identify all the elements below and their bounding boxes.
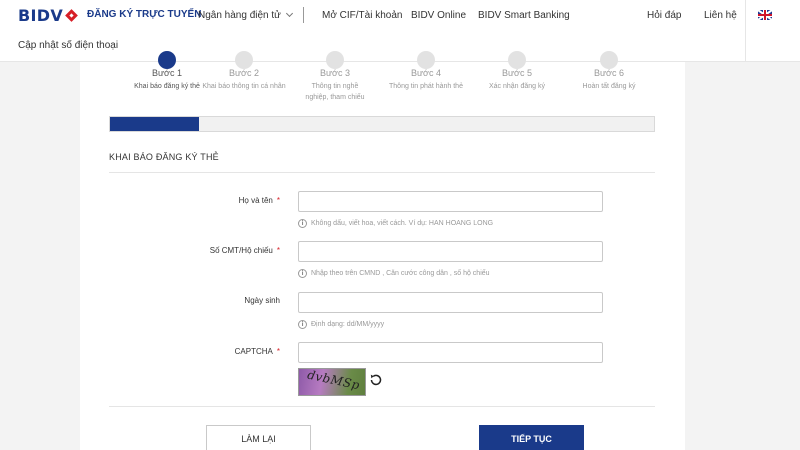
step-3-title: Bước 3: [320, 68, 350, 78]
birthday-hint: i Định dạng: dd/MM/yyyy: [298, 320, 384, 329]
captcha-input[interactable]: [298, 342, 603, 363]
info-icon: i: [298, 219, 307, 228]
nav-update-phone[interactable]: Cập nhật số điện thoại: [18, 40, 118, 51]
section-divider: [109, 172, 655, 173]
chevron-down-icon: [285, 9, 293, 18]
step-6-title: Bước 6: [594, 68, 624, 78]
idcard-hint: i Nhập theo trên CMND , Căn cước công dân…: [298, 269, 490, 278]
step-2-title: Bước 2: [229, 68, 259, 78]
info-icon: i: [298, 269, 307, 278]
birthday-input[interactable]: [298, 292, 603, 313]
registration-card: Bước 1 Khai báo đăng ký thẻ Bước 2 Khai …: [80, 51, 685, 450]
section-title: KHAI BÁO ĐĂNG KÝ THẺ: [109, 152, 219, 162]
captcha-image: dvbMSp: [298, 368, 366, 396]
step-2-indicator: [235, 51, 253, 69]
step-2: Bước 2 Khai báo thông tin cá nhân: [199, 51, 289, 92]
step-3-desc: Thông tin nghề nghiệp, tham chiếu: [305, 83, 365, 101]
step-2-desc: Khai báo thông tin cá nhân: [202, 83, 286, 90]
step-5-title: Bước 5: [502, 68, 532, 78]
nav-bidv-online[interactable]: BIDV Online: [411, 10, 466, 21]
progress-bar-fill: [110, 117, 199, 131]
reset-button[interactable]: LÀM LẠI: [206, 425, 311, 450]
step-4-indicator: [417, 51, 435, 69]
step-5: Bước 5 Xác nhận đăng ký: [472, 51, 562, 92]
fullname-input[interactable]: [298, 191, 603, 212]
step-6-desc: Hoàn tất đăng ký: [582, 83, 636, 90]
idcard-input[interactable]: [298, 241, 603, 262]
captcha-label: CAPTCHA *: [234, 347, 280, 356]
top-header: BIDV ĐĂNG KÝ TRỰC TUYẾN Ngân hàng điện t…: [0, 0, 800, 62]
nav-ebanking-dropdown[interactable]: Ngân hàng điện tử: [198, 9, 293, 21]
nav-ebanking-label: Ngân hàng điện tử: [198, 10, 281, 21]
fullname-label: Họ và tên *: [238, 196, 280, 205]
info-icon: i: [298, 320, 307, 329]
nav-online-registration[interactable]: ĐĂNG KÝ TRỰC TUYẾN: [87, 9, 201, 20]
step-5-desc: Xác nhận đăng ký: [488, 83, 546, 90]
step-1-indicator: [158, 51, 176, 69]
nav-faq[interactable]: Hỏi đáp: [647, 10, 681, 21]
bidv-logo[interactable]: BIDV: [18, 6, 78, 25]
step-3-indicator: [326, 51, 344, 69]
logo-diamond-icon: [66, 10, 78, 22]
step-6-indicator: [600, 51, 618, 69]
idcard-label: Số CMT/Hộ chiếu *: [209, 246, 280, 255]
refresh-icon[interactable]: [368, 372, 384, 388]
step-4-desc: Thông tin phát hành thẻ: [389, 83, 463, 90]
header-divider: [745, 0, 746, 62]
step-4: Bước 4 Thông tin phát hành thẻ: [381, 51, 471, 92]
nav-smart-banking[interactable]: BIDV Smart Banking: [478, 10, 570, 21]
form-divider: [109, 406, 655, 407]
step-3: Bước 3 Thông tin nghề nghiệp, tham chiếu: [290, 51, 380, 103]
progress-bar: [109, 116, 655, 132]
step-5-indicator: [508, 51, 526, 69]
nav-divider: [303, 7, 304, 23]
logo-text: BIDV: [18, 6, 64, 25]
fullname-hint: i Không dấu, viết hoa, viết cách. Ví dụ: …: [298, 219, 493, 228]
step-6: Bước 6 Hoàn tất đăng ký: [564, 51, 654, 92]
birthday-label: Ngày sinh: [244, 296, 280, 305]
step-4-title: Bước 4: [411, 68, 441, 78]
next-button[interactable]: TIẾP TỤC: [479, 425, 584, 450]
uk-flag-icon[interactable]: [758, 10, 772, 20]
nav-open-cif[interactable]: Mở CIF/Tài khoản: [322, 10, 402, 21]
nav-contact[interactable]: Liên hệ: [704, 10, 737, 21]
